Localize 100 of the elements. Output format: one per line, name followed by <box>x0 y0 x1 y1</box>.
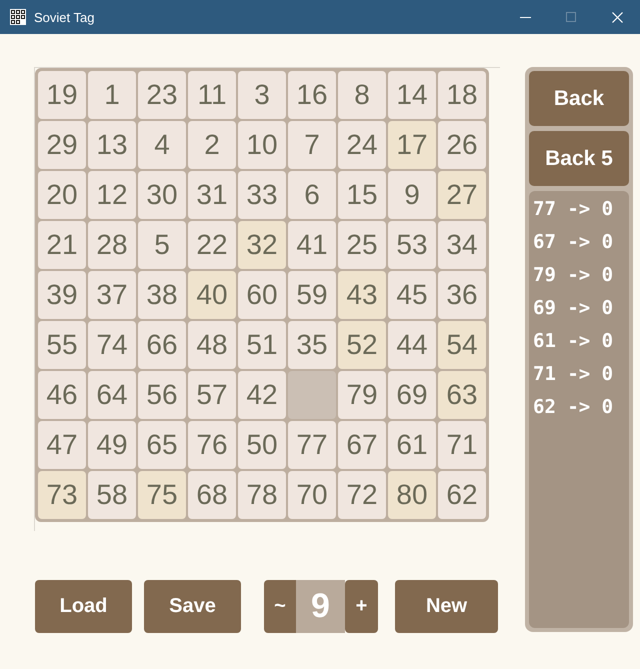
number-tile[interactable]: 68 <box>188 471 236 519</box>
number-tile[interactable]: 25 <box>338 221 386 269</box>
increment-button[interactable]: + <box>345 580 378 633</box>
number-tile[interactable]: 8 <box>338 71 386 119</box>
number-tile[interactable]: 19 <box>38 71 86 119</box>
number-tile[interactable]: 9 <box>388 171 436 219</box>
number-tile[interactable]: 74 <box>88 321 136 369</box>
number-tile[interactable]: 64 <box>88 371 136 419</box>
number-tile[interactable]: 55 <box>38 321 86 369</box>
number-tile[interactable]: 69 <box>388 371 436 419</box>
new-game-button[interactable]: New <box>395 580 498 633</box>
grid-icon <box>10 9 26 25</box>
number-tile[interactable]: 51 <box>238 321 286 369</box>
number-tile[interactable]: 20 <box>38 171 86 219</box>
number-tile[interactable]: 35 <box>288 321 336 369</box>
number-tile[interactable]: 67 <box>338 421 386 469</box>
number-tile[interactable]: 41 <box>288 221 336 269</box>
number-tile[interactable]: 6 <box>288 171 336 219</box>
move-log-entry: 71 -> 0 <box>533 362 614 387</box>
window-title: Soviet Tag <box>34 10 94 24</box>
number-tile[interactable]: 62 <box>438 471 486 519</box>
number-tile[interactable]: 2 <box>188 121 236 169</box>
number-tile[interactable]: 46 <box>38 371 86 419</box>
number-tile[interactable]: 17 <box>388 121 436 169</box>
number-tile[interactable]: 45 <box>388 271 436 319</box>
number-tile[interactable]: 13 <box>88 121 136 169</box>
number-tile[interactable]: 33 <box>238 171 286 219</box>
number-tile[interactable]: 61 <box>388 421 436 469</box>
number-tile[interactable]: 38 <box>138 271 186 319</box>
number-tile[interactable]: 76 <box>188 421 236 469</box>
number-tile[interactable]: 27 <box>438 171 486 219</box>
number-tile[interactable]: 56 <box>138 371 186 419</box>
number-tile[interactable]: 10 <box>238 121 286 169</box>
number-tile[interactable]: 78 <box>238 471 286 519</box>
number-tile[interactable]: 65 <box>138 421 186 469</box>
move-log-entry: 69 -> 0 <box>533 296 614 321</box>
number-tile[interactable]: 7 <box>288 121 336 169</box>
number-tile[interactable]: 80 <box>388 471 436 519</box>
number-tile[interactable]: 50 <box>238 421 286 469</box>
number-tile[interactable]: 77 <box>288 421 336 469</box>
close-icon <box>612 12 622 22</box>
number-tile[interactable]: 60 <box>238 271 286 319</box>
save-button[interactable]: Save <box>144 580 241 633</box>
number-tile[interactable]: 40 <box>188 271 236 319</box>
number-tile[interactable]: 28 <box>88 221 136 269</box>
number-tile[interactable]: 43 <box>338 271 386 319</box>
number-tile[interactable]: 48 <box>188 321 236 369</box>
number-tile[interactable]: 3 <box>238 71 286 119</box>
number-tile[interactable]: 42 <box>238 371 286 419</box>
number-tile[interactable]: 23 <box>138 71 186 119</box>
number-tile[interactable]: 26 <box>438 121 486 169</box>
maximize-icon <box>566 12 576 22</box>
number-tile[interactable]: 5 <box>138 221 186 269</box>
move-log-entry: 62 -> 0 <box>533 395 614 420</box>
number-tile[interactable]: 58 <box>88 471 136 519</box>
number-tile[interactable]: 79 <box>338 371 386 419</box>
number-tile[interactable]: 72 <box>338 471 386 519</box>
number-tile[interactable]: 30 <box>138 171 186 219</box>
number-tile[interactable]: 63 <box>438 371 486 419</box>
back-button[interactable]: Back <box>529 71 629 126</box>
number-tile[interactable]: 4 <box>138 121 186 169</box>
number-tile[interactable]: 57 <box>188 371 236 419</box>
number-tile[interactable]: 22 <box>188 221 236 269</box>
number-tile[interactable]: 34 <box>438 221 486 269</box>
load-button[interactable]: Load <box>35 580 132 633</box>
number-tile[interactable]: 47 <box>38 421 86 469</box>
number-tile[interactable]: 16 <box>288 71 336 119</box>
move-log-entry: 67 -> 0 <box>533 230 614 255</box>
number-tile[interactable]: 11 <box>188 71 236 119</box>
number-tile[interactable]: 71 <box>438 421 486 469</box>
number-tile[interactable]: 70 <box>288 471 336 519</box>
number-tile[interactable]: 15 <box>338 171 386 219</box>
back-five-button[interactable]: Back 5 <box>529 131 629 186</box>
number-tile[interactable]: 53 <box>388 221 436 269</box>
number-tile[interactable]: 21 <box>38 221 86 269</box>
board-size-display: 9 <box>296 580 345 633</box>
number-tile[interactable]: 49 <box>88 421 136 469</box>
number-tile[interactable]: 12 <box>88 171 136 219</box>
number-tile[interactable]: 66 <box>138 321 186 369</box>
minimize-icon <box>520 16 530 18</box>
number-tile[interactable]: 59 <box>288 271 336 319</box>
move-log-entry: 61 -> 0 <box>533 329 614 354</box>
number-tile[interactable]: 75 <box>138 471 186 519</box>
number-tile[interactable]: 37 <box>88 271 136 319</box>
decrement-button[interactable]: ~ <box>264 580 296 633</box>
number-tile[interactable]: 44 <box>388 321 436 369</box>
number-tile[interactable]: 39 <box>38 271 86 319</box>
number-tile[interactable]: 18 <box>438 71 486 119</box>
number-tile[interactable]: 31 <box>188 171 236 219</box>
number-tile[interactable]: 36 <box>438 271 486 319</box>
number-tile[interactable]: 1 <box>88 71 136 119</box>
move-log-entry: 79 -> 0 <box>533 263 614 288</box>
number-tile[interactable]: 14 <box>388 71 436 119</box>
number-tile[interactable]: 73 <box>38 471 86 519</box>
number-tile[interactable]: 32 <box>238 221 286 269</box>
number-tile[interactable]: 24 <box>338 121 386 169</box>
move-log-entry: 77 -> 0 <box>533 197 614 222</box>
number-tile[interactable]: 54 <box>438 321 486 369</box>
number-tile[interactable]: 52 <box>338 321 386 369</box>
number-tile[interactable]: 29 <box>38 121 86 169</box>
